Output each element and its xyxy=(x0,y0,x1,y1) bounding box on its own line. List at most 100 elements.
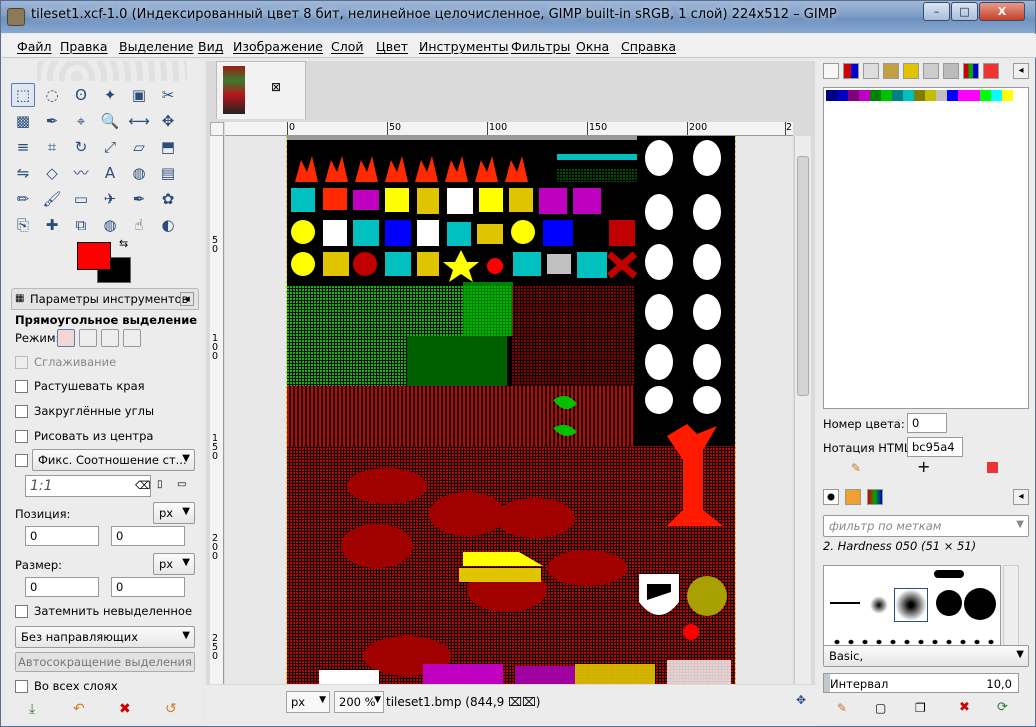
text-tool-icon[interactable]: A xyxy=(98,161,122,185)
add-color-icon[interactable]: + xyxy=(917,457,930,476)
align-tool-icon[interactable]: ≡ xyxy=(11,135,35,159)
position-unit-combo[interactable]: px ▼ xyxy=(153,502,195,524)
feather-checkbox[interactable] xyxy=(15,380,28,393)
mode-intersect-button[interactable] xyxy=(123,329,141,347)
landscape-icon[interactable]: ▭ xyxy=(177,479,186,490)
canvas-view[interactable] xyxy=(225,136,793,684)
clear-icon[interactable]: ⌫ xyxy=(135,479,151,492)
position-y-field[interactable]: 0 xyxy=(111,526,185,546)
dodge-burn-tool-icon[interactable]: ◐ xyxy=(156,213,180,237)
merged-checkbox[interactable] xyxy=(15,680,28,693)
guides-combo[interactable]: Без направляющих ▼ xyxy=(15,626,195,648)
palette-tab-icon[interactable] xyxy=(963,63,979,79)
menu-layer[interactable]: Слой xyxy=(331,39,364,54)
shear-tool-icon[interactable]: ▱ xyxy=(127,135,151,159)
foreground-color-swatch[interactable] xyxy=(77,242,111,270)
restore-options-icon[interactable]: ↶ xyxy=(73,701,85,717)
cage-tool-icon[interactable]: ◇ xyxy=(40,161,64,185)
ellipse-select-tool-icon[interactable]: ◌ xyxy=(40,83,64,107)
menu-help[interactable]: Справка xyxy=(621,39,676,54)
rect-select-tool-icon[interactable]: ⬚ xyxy=(11,83,35,107)
brush-preview[interactable] xyxy=(934,570,964,578)
brush-preview[interactable] xyxy=(964,588,996,620)
antialias-checkbox[interactable] xyxy=(15,356,28,369)
edit-brush-icon[interactable]: ✎ xyxy=(837,701,847,715)
palette-swatch[interactable] xyxy=(848,90,859,101)
palette-swatch[interactable] xyxy=(969,90,980,101)
undo-tab-icon[interactable] xyxy=(883,63,899,79)
autoshrink-button[interactable]: Автосокращение выделения xyxy=(15,652,195,672)
spacing-slider[interactable]: Интервал 10,0 xyxy=(823,673,1019,693)
duplicate-brush-icon[interactable]: ❐ xyxy=(915,701,926,715)
fuzzy-select-tool-icon[interactable]: ✦ xyxy=(98,83,122,107)
mode-add-button[interactable] xyxy=(79,329,97,347)
ruler-corner-icon[interactable] xyxy=(210,122,224,136)
mypaint-tool-icon[interactable]: ✿ xyxy=(156,187,180,211)
refresh-brushes-icon[interactable]: ⟳ xyxy=(997,700,1008,715)
swap-colors-icon[interactable]: ⇆ xyxy=(119,237,128,250)
vertical-ruler[interactable]: 5 0 1 0 0 1 5 0 2 0 0 2 5 0 xyxy=(210,136,224,684)
edit-color-icon[interactable]: ✎ xyxy=(851,461,861,475)
palette-swatch[interactable] xyxy=(859,90,870,101)
color-picker-tool-icon[interactable]: ⌖ xyxy=(69,109,93,133)
rotate-tool-icon[interactable]: ↻ xyxy=(69,135,93,159)
smudge-tool-icon[interactable]: ☝ xyxy=(127,213,151,237)
crop-tool-icon[interactable]: ⌗ xyxy=(40,135,64,159)
by-color-select-tool-icon[interactable]: ▣ xyxy=(127,83,151,107)
brush-preview[interactable] xyxy=(870,596,888,614)
paintbrush-tool-icon[interactable]: 🖌 xyxy=(40,187,64,211)
palette-swatch[interactable] xyxy=(1002,90,1013,101)
size-w-field[interactable]: 0 xyxy=(25,577,99,597)
delete-options-icon[interactable]: ✖ xyxy=(119,701,131,717)
measure-tool-icon[interactable]: ⟷ xyxy=(127,109,151,133)
dock-menu-icon[interactable]: ◂ xyxy=(1013,489,1029,505)
menu-filters[interactable]: Фильтры xyxy=(511,39,570,54)
menu-image[interactable]: Изображение xyxy=(233,39,323,54)
brush-preset-combo[interactable]: Basic, ▼ xyxy=(823,645,1029,667)
palette-swatch[interactable] xyxy=(914,90,925,101)
size-unit-combo[interactable]: px ▼ xyxy=(153,553,195,575)
colormap-swatches[interactable] xyxy=(823,87,1029,409)
portrait-icon[interactable]: ▯ xyxy=(157,479,163,490)
tab-menu-icon[interactable]: ◂ xyxy=(180,292,194,306)
menu-windows[interactable]: Окна xyxy=(576,39,609,54)
document-tab-icon[interactable] xyxy=(923,63,939,79)
palette-swatch[interactable] xyxy=(881,90,892,101)
palette-swatch[interactable] xyxy=(826,90,837,101)
channels-tab-icon[interactable] xyxy=(843,63,859,79)
mode-replace-button[interactable] xyxy=(57,329,75,347)
maximize-button[interactable]: □ xyxy=(951,2,978,21)
close-tab-icon[interactable]: ⊠ xyxy=(271,80,281,94)
brush-tag-filter[interactable]: фильтр по меткам ▼ xyxy=(823,515,1029,537)
color-index-field[interactable]: 0 xyxy=(907,413,947,433)
brush-preview[interactable] xyxy=(936,590,962,616)
heal-tool-icon[interactable]: ✚ xyxy=(40,213,64,237)
close-button[interactable]: X xyxy=(979,2,1025,21)
palette-swatch[interactable] xyxy=(903,90,914,101)
fixed-checkbox[interactable] xyxy=(15,454,28,467)
palette-swatch[interactable] xyxy=(925,90,936,101)
navigate-icon[interactable]: ✥ xyxy=(796,693,806,707)
tool-options-tab[interactable]: ▦ Параметры инструментов ◂ xyxy=(11,288,199,310)
position-x-field[interactable]: 0 xyxy=(25,526,99,546)
flip-tool-icon[interactable]: ⇋ xyxy=(11,161,35,185)
zoom-combo[interactable]: 200 % ▼ xyxy=(334,691,384,713)
delete-brush-icon[interactable]: ✖ xyxy=(959,700,970,715)
foreground-select-tool-icon[interactable]: ▩ xyxy=(11,109,35,133)
blend-tool-icon[interactable]: ▤ xyxy=(156,161,180,185)
perspective-clone-tool-icon[interactable]: ⧉ xyxy=(69,213,93,237)
paths-tab-icon[interactable] xyxy=(863,63,879,79)
dock-menu-icon[interactable]: ◂ xyxy=(1013,63,1029,79)
airbrush-tool-icon[interactable]: ✈ xyxy=(98,187,122,211)
images-tab-icon[interactable] xyxy=(943,63,959,79)
menu-view[interactable]: Вид xyxy=(198,39,223,54)
warp-tool-icon[interactable]: 〰 xyxy=(69,161,93,185)
rounded-checkbox[interactable] xyxy=(15,405,28,418)
ratio-field[interactable]: 1:1 xyxy=(25,475,151,497)
menu-tools[interactable]: Инструменты xyxy=(419,39,508,54)
blur-tool-icon[interactable]: ◍ xyxy=(98,213,122,237)
mode-subtract-button[interactable] xyxy=(101,329,119,347)
palette-swatch[interactable] xyxy=(892,90,903,101)
scale-tool-icon[interactable]: ⤢ xyxy=(98,135,122,159)
bucket-fill-tool-icon[interactable]: ◍ xyxy=(127,161,151,185)
